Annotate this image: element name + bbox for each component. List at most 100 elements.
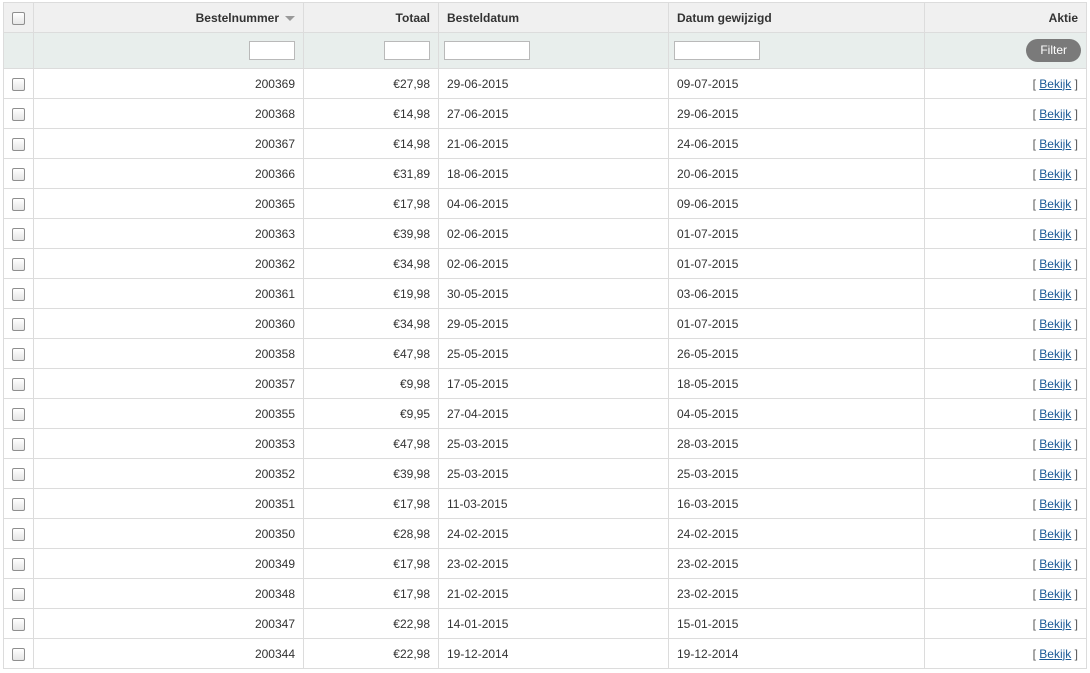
view-order-link[interactable]: Bekijk	[1039, 347, 1071, 361]
action-cell: [ Bekijk ]	[924, 98, 1087, 129]
row-select-cell	[3, 428, 34, 459]
orders-table: Bestelnummer Totaal Besteldatum Datum ge…	[3, 2, 1087, 669]
select-all-checkbox[interactable]	[12, 11, 25, 25]
view-order-link[interactable]: Bekijk	[1039, 377, 1071, 391]
bracket-open: [	[1032, 556, 1036, 571]
row-select-cell	[3, 218, 34, 249]
view-order-link[interactable]: Bekijk	[1039, 107, 1071, 121]
table-row: 200367 €14,98 21-06-2015 24-06-2015 [ Be…	[3, 128, 1087, 159]
order-date-cell: 21-02-2015	[438, 578, 669, 609]
column-header-label: Bestelnummer	[195, 10, 279, 25]
row-checkbox[interactable]	[12, 347, 25, 361]
row-checkbox[interactable]	[12, 647, 25, 661]
view-order-link[interactable]: Bekijk	[1039, 527, 1071, 541]
table-row: 200349 €17,98 23-02-2015 23-02-2015 [ Be…	[3, 548, 1087, 579]
action-cell: [ Bekijk ]	[924, 398, 1087, 429]
row-select-cell	[3, 68, 34, 99]
view-order-link[interactable]: Bekijk	[1039, 77, 1071, 91]
view-order-link[interactable]: Bekijk	[1039, 467, 1071, 481]
column-header-order-number[interactable]: Bestelnummer	[33, 2, 304, 33]
view-order-link[interactable]: Bekijk	[1039, 317, 1071, 331]
table-row: 200361 €19,98 30-05-2015 03-06-2015 [ Be…	[3, 278, 1087, 309]
action-cell: [ Bekijk ]	[924, 188, 1087, 219]
filter-order-date-input[interactable]	[444, 41, 530, 60]
column-header-date-modified[interactable]: Datum gewijzigd	[668, 2, 925, 33]
view-order-link[interactable]: Bekijk	[1039, 497, 1071, 511]
date-modified-cell: 26-05-2015	[668, 338, 925, 369]
row-checkbox[interactable]	[12, 557, 25, 571]
action-cell: [ Bekijk ]	[924, 338, 1087, 369]
view-order-link[interactable]: Bekijk	[1039, 437, 1071, 451]
total-cell: €47,98	[303, 428, 439, 459]
row-select-cell	[3, 278, 34, 309]
sort-descending-icon[interactable]	[285, 15, 295, 21]
row-checkbox[interactable]	[12, 257, 25, 271]
filter-button[interactable]: Filter	[1026, 39, 1081, 62]
column-header-total[interactable]: Totaal	[303, 2, 439, 33]
row-checkbox[interactable]	[12, 197, 25, 211]
bracket-open: [	[1032, 466, 1036, 481]
view-order-link[interactable]: Bekijk	[1039, 137, 1071, 151]
row-checkbox[interactable]	[12, 137, 25, 151]
order-number-cell: 200348	[33, 578, 304, 609]
bracket-close: ]	[1074, 256, 1078, 271]
column-header-label: Besteldatum	[447, 10, 520, 25]
row-checkbox[interactable]	[12, 167, 25, 181]
row-checkbox[interactable]	[12, 77, 25, 91]
view-order-link[interactable]: Bekijk	[1039, 647, 1071, 661]
order-date-cell: 30-05-2015	[438, 278, 669, 309]
filter-order-number-input[interactable]	[249, 41, 295, 60]
bracket-close: ]	[1074, 616, 1078, 631]
date-modified-cell: 23-02-2015	[668, 548, 925, 579]
table-row: 200369 €27,98 29-06-2015 09-07-2015 [ Be…	[3, 68, 1087, 99]
filter-date-modified-input[interactable]	[674, 41, 760, 60]
order-number-cell: 200369	[33, 68, 304, 99]
view-order-link[interactable]: Bekijk	[1039, 407, 1071, 421]
bracket-open: [	[1032, 346, 1036, 361]
view-order-link[interactable]: Bekijk	[1039, 287, 1071, 301]
row-select-cell	[3, 368, 34, 399]
column-header-order-date[interactable]: Besteldatum	[438, 2, 669, 33]
column-header-label: Totaal	[395, 10, 430, 25]
table-row: 200344 €22,98 19-12-2014 19-12-2014 [ Be…	[3, 638, 1087, 669]
row-checkbox[interactable]	[12, 287, 25, 301]
row-checkbox[interactable]	[12, 377, 25, 391]
view-order-link[interactable]: Bekijk	[1039, 587, 1071, 601]
order-number-cell: 200368	[33, 98, 304, 129]
table-row: 200368 €14,98 27-06-2015 29-06-2015 [ Be…	[3, 98, 1087, 129]
view-order-link[interactable]: Bekijk	[1039, 617, 1071, 631]
total-cell: €14,98	[303, 128, 439, 159]
table-row: 200348 €17,98 21-02-2015 23-02-2015 [ Be…	[3, 578, 1087, 609]
row-checkbox[interactable]	[12, 107, 25, 121]
filter-total-input[interactable]	[384, 41, 430, 60]
view-order-link[interactable]: Bekijk	[1039, 557, 1071, 571]
order-number-cell: 200344	[33, 638, 304, 669]
order-date-cell: 25-03-2015	[438, 458, 669, 489]
bracket-open: [	[1032, 226, 1036, 241]
row-checkbox[interactable]	[12, 317, 25, 331]
row-checkbox[interactable]	[12, 437, 25, 451]
row-checkbox[interactable]	[12, 407, 25, 421]
row-checkbox[interactable]	[12, 497, 25, 511]
table-row: 200352 €39,98 25-03-2015 25-03-2015 [ Be…	[3, 458, 1087, 489]
row-checkbox[interactable]	[12, 227, 25, 241]
view-order-link[interactable]: Bekijk	[1039, 197, 1071, 211]
row-checkbox[interactable]	[12, 587, 25, 601]
bracket-close: ]	[1074, 136, 1078, 151]
row-checkbox[interactable]	[12, 617, 25, 631]
view-order-link[interactable]: Bekijk	[1039, 257, 1071, 271]
bracket-close: ]	[1074, 526, 1078, 541]
orders-body: 200369 €27,98 29-06-2015 09-07-2015 [ Be…	[3, 68, 1087, 669]
view-order-link[interactable]: Bekijk	[1039, 167, 1071, 181]
row-select-cell	[3, 488, 34, 519]
row-select-cell	[3, 128, 34, 159]
table-row: 200360 €34,98 29-05-2015 01-07-2015 [ Be…	[3, 308, 1087, 339]
row-checkbox[interactable]	[12, 527, 25, 541]
date-modified-cell: 16-03-2015	[668, 488, 925, 519]
view-order-link[interactable]: Bekijk	[1039, 227, 1071, 241]
action-cell: [ Bekijk ]	[924, 608, 1087, 639]
order-date-cell: 02-06-2015	[438, 218, 669, 249]
row-checkbox[interactable]	[12, 467, 25, 481]
order-date-cell: 14-01-2015	[438, 608, 669, 639]
bracket-open: [	[1032, 616, 1036, 631]
